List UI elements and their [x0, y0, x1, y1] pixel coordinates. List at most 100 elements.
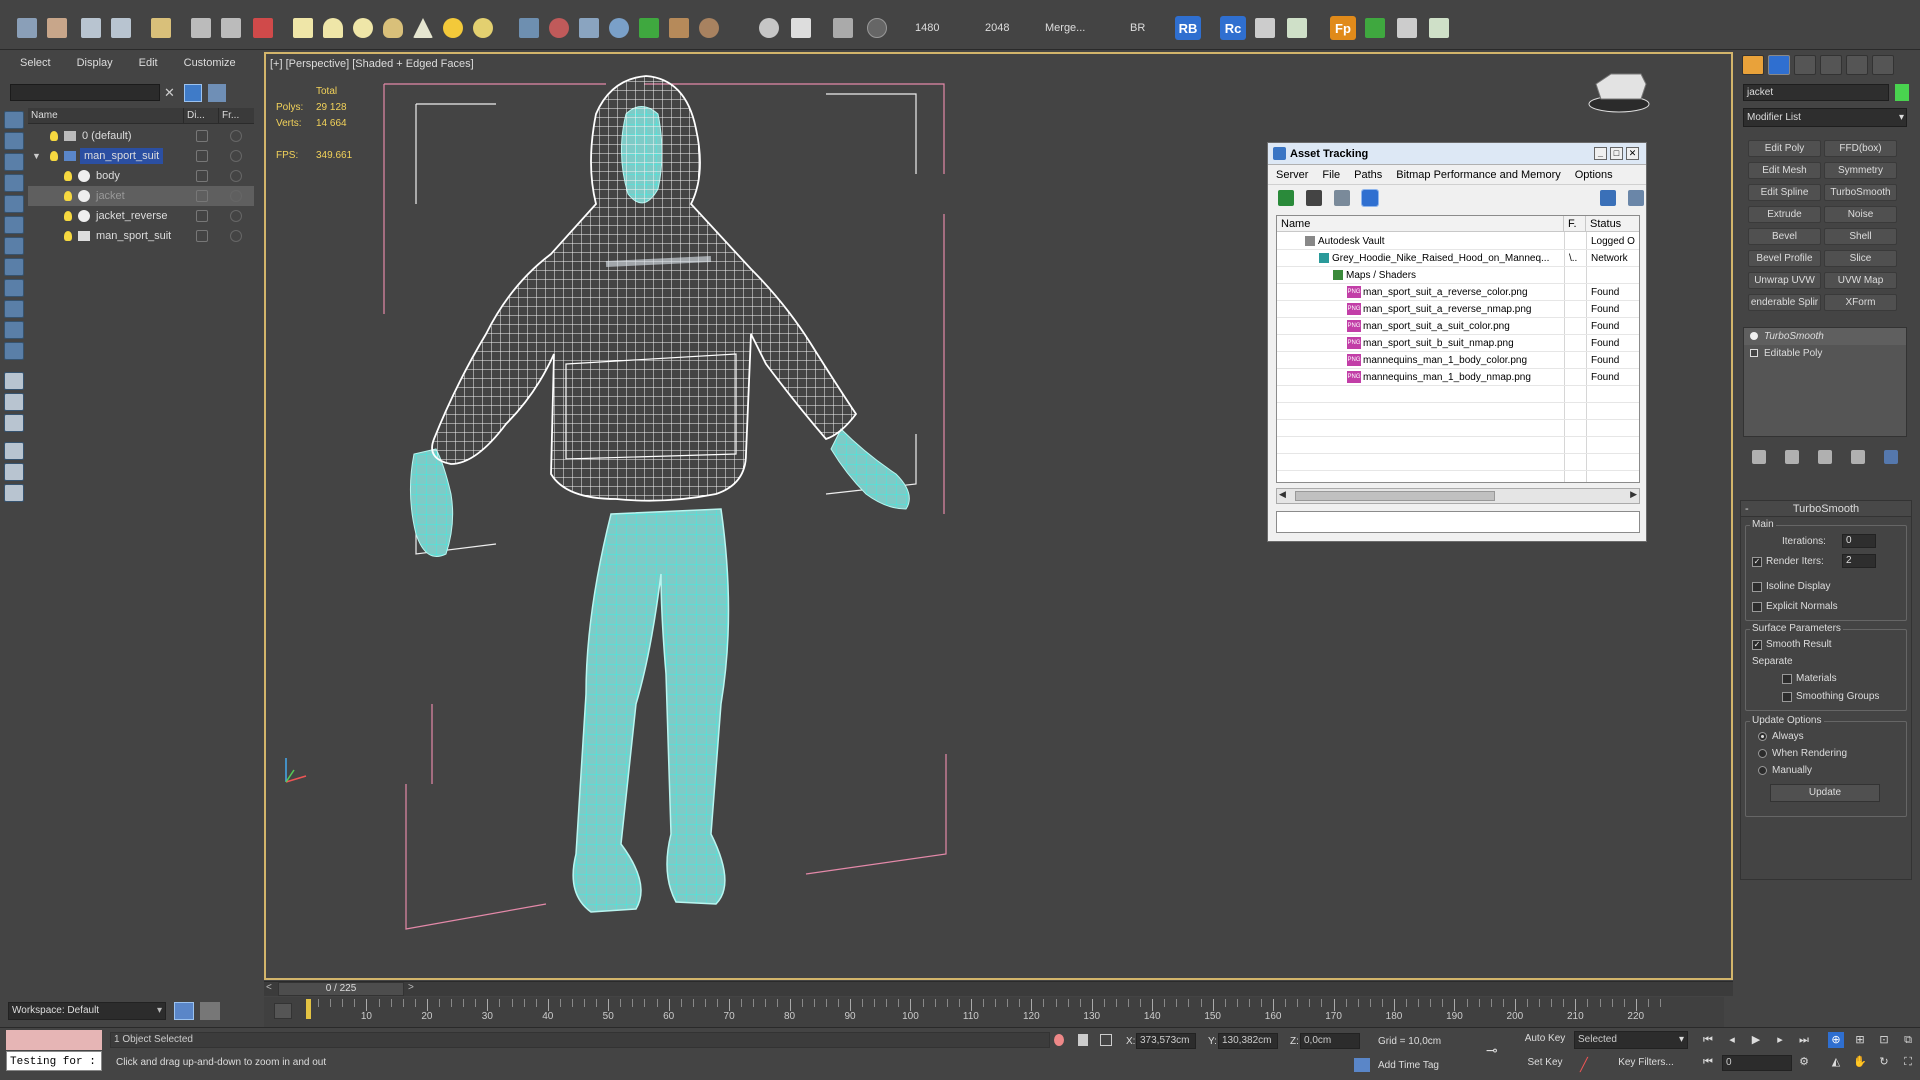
particles-icon[interactable] — [546, 15, 572, 41]
visibility-bulb-icon[interactable] — [50, 131, 58, 141]
scroll-right-icon[interactable]: ▶ — [1630, 489, 1637, 500]
modifier-button-bevel-profile[interactable]: Bevel Profile — [1748, 250, 1821, 267]
column-freeze[interactable]: Fr... — [219, 108, 254, 123]
skylight-icon[interactable] — [470, 15, 496, 41]
freeze-toggle-icon[interactable] — [230, 130, 242, 142]
maximize-viewport-icon[interactable]: ⛶ — [1900, 1054, 1916, 1070]
display-all-icon[interactable] — [4, 132, 24, 150]
track-bar[interactable]: 10 20 30 40 50 60 70 80 90 100 110 120 130 140 150 160 1… — [264, 997, 1724, 1027]
box-primitive-icon[interactable] — [290, 15, 316, 41]
display-toggle-icon[interactable] — [196, 230, 208, 242]
asset-row[interactable]: Maps / Shaders — [1277, 267, 1639, 284]
render-setup-icon[interactable] — [788, 15, 814, 41]
scroll-thumb[interactable] — [1295, 491, 1495, 501]
visibility-bulb-icon[interactable] — [64, 231, 72, 241]
teapot-icon[interactable] — [380, 15, 406, 41]
zoom-viewport-icon[interactable]: ⊕ — [1828, 1032, 1844, 1048]
key-mode-icon[interactable]: ⊸ — [1486, 1043, 1512, 1057]
cloth-icon[interactable] — [576, 15, 602, 41]
time-slider[interactable]: < 0 / 225 > — [264, 981, 1733, 996]
tree-row-body[interactable]: body — [28, 166, 254, 186]
asset-row[interactable]: PNG mannequins_man_1_body_color.png Found — [1277, 352, 1639, 369]
scroll-left-icon[interactable]: ◀ — [1279, 489, 1286, 500]
expand-arrow-icon[interactable]: ▼ — [28, 151, 42, 161]
menu-edit[interactable]: Edit — [139, 57, 158, 69]
time-tag-icon[interactable] — [1354, 1058, 1370, 1072]
field-of-view-icon[interactable]: ◭ — [1828, 1054, 1844, 1070]
object-name-field[interactable]: jacket — [1743, 84, 1889, 101]
grass-icon[interactable] — [636, 15, 662, 41]
tree-view-icon[interactable] — [1361, 189, 1379, 207]
visibility-bulb-icon[interactable] — [50, 151, 58, 161]
tree-row-layer-default[interactable]: 0 (default) — [28, 126, 254, 146]
lightbulb-icon[interactable] — [1750, 332, 1758, 340]
menu-options[interactable]: Options — [1575, 169, 1613, 181]
material-sphere-icon[interactable] — [756, 15, 782, 41]
hierarchy-tab-icon[interactable] — [1794, 55, 1816, 75]
object-color-swatch[interactable] — [1895, 84, 1909, 101]
manually-radio[interactable] — [1758, 766, 1767, 775]
display-none-icon[interactable] — [4, 111, 24, 129]
previous-frame-icon[interactable]: < — [266, 982, 272, 993]
render-frame-icon[interactable] — [44, 15, 70, 41]
menu-server[interactable]: Server — [1276, 169, 1308, 181]
modifier-button-slice[interactable]: Slice — [1824, 250, 1897, 267]
previous-key-icon[interactable]: ◂ — [1724, 1032, 1740, 1048]
key-tangent-icon[interactable]: ╱ — [1580, 1058, 1594, 1072]
mirror-icon[interactable] — [250, 15, 276, 41]
context-help-icon[interactable] — [1628, 190, 1644, 206]
tree-row-jacket-reverse[interactable]: jacket_reverse — [28, 206, 254, 226]
xrefs-filter-icon[interactable] — [4, 321, 24, 339]
configure-sets-icon[interactable] — [1883, 450, 1898, 464]
asset-row[interactable]: PNG man_sport_suit_a_suit_color.png Found — [1277, 318, 1639, 335]
track-ruler[interactable]: 10 20 30 40 50 60 70 80 90 100 110 120 130 140 150 160 1… — [306, 999, 1696, 1023]
rc-script-button[interactable]: Rc — [1220, 16, 1246, 40]
display-toggle-icon[interactable] — [196, 170, 208, 182]
asset-row[interactable]: Autodesk Vault Logged O — [1277, 233, 1639, 250]
groups-filter-icon[interactable] — [4, 300, 24, 318]
rollout-title[interactable]: - TurboSmooth — [1741, 501, 1911, 517]
containers-icon[interactable] — [4, 414, 24, 432]
modifier-button-bevel[interactable]: Bevel — [1748, 228, 1821, 245]
helpers-filter-icon[interactable] — [4, 258, 24, 276]
menu-display[interactable]: Display — [77, 57, 113, 69]
column-full-path[interactable]: F. — [1564, 216, 1586, 232]
scripts-icon[interactable] — [1394, 15, 1420, 41]
go-to-start-icon[interactable]: ⏮ — [1700, 1032, 1716, 1048]
modifier-button-extrude[interactable]: Extrude — [1748, 206, 1821, 223]
modifier-button-enderable-splir[interactable]: enderable Splir — [1748, 294, 1821, 311]
table-view-icon[interactable] — [1334, 190, 1350, 206]
funnel-icon[interactable] — [4, 442, 24, 460]
maxscript-listener-input[interactable]: Testing for : — [6, 1051, 102, 1071]
merge-button[interactable]: Merge... — [1045, 22, 1085, 34]
orbit-icon[interactable]: ↻ — [1876, 1054, 1892, 1070]
zoom-extents-all-icon[interactable]: ⧉ — [1900, 1032, 1916, 1048]
modifier-button-ffd-box[interactable]: FFD(box) — [1824, 140, 1897, 157]
remove-modifier-icon[interactable] — [1850, 450, 1865, 464]
freeze-toggle-icon[interactable] — [230, 170, 242, 182]
layers-icon[interactable] — [4, 393, 24, 411]
select-object-icon[interactable] — [148, 15, 174, 41]
sun-light-icon[interactable] — [440, 15, 466, 41]
render-iters-spinner[interactable]: 2 — [1842, 554, 1876, 568]
lights-filter-icon[interactable] — [4, 216, 24, 234]
asset-table-scrollbar[interactable]: ◀ ▶ — [1276, 488, 1640, 504]
modifier-button-uvw-map[interactable]: UVW Map — [1824, 272, 1897, 289]
current-frame-marker[interactable] — [306, 999, 311, 1019]
freeze-toggle-icon[interactable] — [230, 150, 242, 162]
when-rendering-radio[interactable] — [1758, 749, 1767, 758]
layer-manager-icon[interactable] — [78, 15, 104, 41]
current-frame-field[interactable]: 0 — [1722, 1055, 1792, 1071]
cone-icon[interactable] — [410, 15, 436, 41]
filter-icon[interactable] — [184, 84, 202, 102]
move-icon[interactable] — [188, 15, 214, 41]
next-key-icon[interactable]: ▸ — [1772, 1032, 1788, 1048]
bones-filter-icon[interactable] — [4, 342, 24, 360]
cameras-filter-icon[interactable] — [4, 237, 24, 255]
asset-row[interactable]: PNG man_sport_suit_a_reverse_nmap.png Foun… — [1277, 301, 1639, 318]
tools-icon[interactable] — [1252, 15, 1278, 41]
iterations-spinner[interactable]: 0 — [1842, 534, 1876, 548]
modifier-button-noise[interactable]: Noise — [1824, 206, 1897, 223]
lock-icon[interactable] — [4, 484, 24, 502]
next-frame-icon[interactable]: > — [408, 982, 414, 993]
